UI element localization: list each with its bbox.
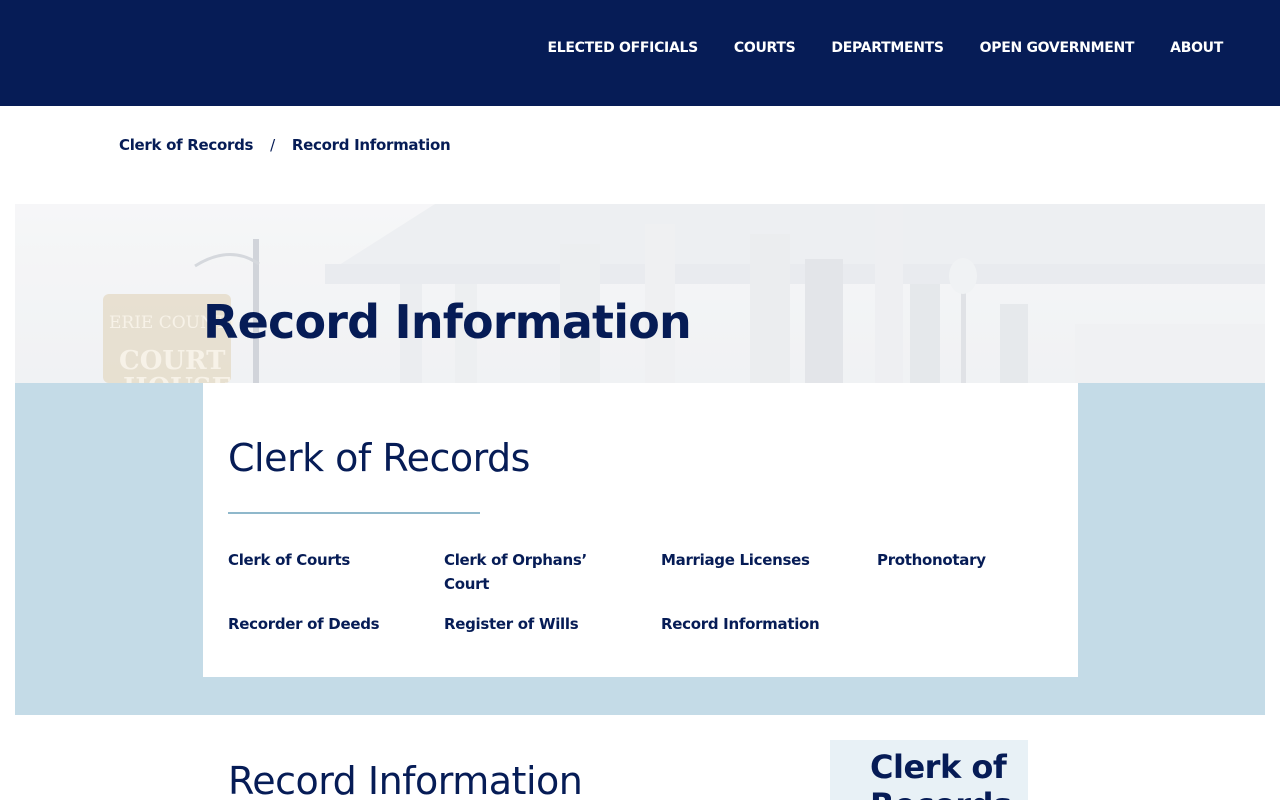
- clerk-links-grid: Clerk of Courts Clerk of Orphans’ Court …: [228, 548, 1078, 636]
- breadcrumb-separator: /: [270, 136, 275, 154]
- nav-elected-officials[interactable]: ELECTED OFFICIALS: [548, 38, 699, 58]
- main-nav: ELECTED OFFICIALS COURTS DEPARTMENTS OPE…: [512, 38, 1224, 58]
- breadcrumb-record-information[interactable]: Record Information: [292, 136, 451, 154]
- nav-about[interactable]: ABOUT: [1170, 38, 1223, 58]
- site-header: ELECTED OFFICIALS COURTS DEPARTMENTS OPE…: [0, 0, 1280, 106]
- title-underline: [228, 512, 480, 514]
- content-heading: Record Information: [228, 759, 583, 800]
- nav-courts[interactable]: COURTS: [734, 38, 796, 58]
- sidebar-box-title: Clerk of Records: [870, 748, 1012, 800]
- link-clerk-of-courts[interactable]: Clerk of Courts: [228, 548, 444, 596]
- breadcrumb-clerk-of-records[interactable]: Clerk of Records: [119, 136, 253, 154]
- breadcrumb: Clerk of Records / Record Information: [119, 136, 451, 154]
- clerk-section-title: Clerk of Records: [228, 436, 530, 480]
- nav-open-government[interactable]: OPEN GOVERNMENT: [980, 38, 1135, 58]
- link-recorder-of-deeds[interactable]: Recorder of Deeds: [228, 612, 444, 636]
- page-title: Record Information: [203, 295, 692, 349]
- link-record-information[interactable]: Record Information: [661, 612, 877, 636]
- link-register-of-wills[interactable]: Register of Wills: [444, 612, 661, 636]
- link-marriage-licenses[interactable]: Marriage Licenses: [661, 548, 877, 596]
- link-prothonotary[interactable]: Prothonotary: [877, 548, 1077, 596]
- nav-departments[interactable]: DEPARTMENTS: [831, 38, 944, 58]
- link-clerk-of-orphans-court[interactable]: Clerk of Orphans’ Court: [444, 548, 661, 596]
- clerk-of-records-card: Clerk of Records Clerk of Courts Clerk o…: [203, 383, 1078, 677]
- sidebar-box: Clerk of Records: [830, 740, 1028, 800]
